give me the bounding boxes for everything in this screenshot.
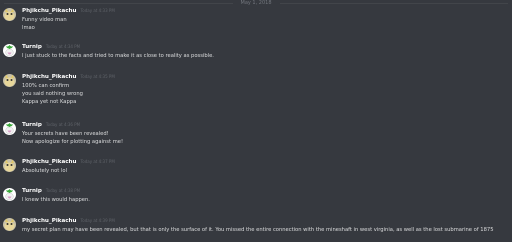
message-author[interactable]: Phjikchu_Pikachu	[22, 8, 77, 14]
turnip-avatar-icon[interactable]	[3, 188, 16, 201]
message-text: 100% can confirm	[22, 83, 70, 89]
message-text: Absolutely not lol	[22, 168, 68, 174]
message-author[interactable]: Phjikchu_Pikachu	[22, 218, 77, 224]
message-text: lmao	[22, 25, 35, 31]
message-timestamp: Today at 4:33 PM	[80, 8, 115, 13]
message-text: Kappa yet not Kappa	[22, 99, 77, 105]
chat-messages-pane[interactable]: May 1, 2018 Phjikchu_Pikachu Today at 4:…	[0, 0, 512, 242]
message-text: you said nothing wrong	[22, 91, 83, 97]
message-timestamp: Today at 4:36 PM	[45, 122, 81, 127]
message-text: I knew this would happen.	[22, 197, 90, 203]
pikachu-avatar-icon[interactable]	[3, 8, 16, 21]
date-separator: May 1, 2018	[0, 0, 512, 6]
message-timestamp: Today at 4:37 PM	[80, 159, 115, 164]
message-text: Funny video man	[22, 17, 67, 23]
message-timestamp: Today at 4:35 PM	[80, 74, 115, 79]
pikachu-avatar-icon[interactable]	[3, 74, 16, 87]
message-text: my secret plan may have been revealed, b…	[22, 227, 494, 233]
pikachu-avatar-icon[interactable]	[3, 218, 16, 231]
message-author[interactable]: Phjikchu_Pikachu	[22, 74, 77, 80]
message-timestamp: Today at 4:34 PM	[45, 44, 81, 49]
pikachu-avatar-icon[interactable]	[3, 159, 16, 172]
message-author[interactable]: Turnip	[22, 188, 42, 194]
message-author[interactable]: Phjikchu_Pikachu	[22, 159, 77, 165]
message-text: I just stuck to the facts and tried to m…	[22, 53, 214, 59]
divider	[4, 2, 233, 4]
divider	[279, 2, 509, 4]
turnip-avatar-icon[interactable]	[3, 122, 16, 135]
message-timestamp: Today at 4:39 PM	[80, 218, 115, 223]
message-timestamp: Today at 4:38 PM	[45, 188, 81, 193]
message-author[interactable]: Turnip	[22, 44, 42, 50]
message-author[interactable]: Turnip	[22, 122, 42, 128]
message-text: Your secrets have been revealed!	[22, 131, 109, 137]
date-separator-label: May 1, 2018	[240, 0, 272, 6]
turnip-avatar-icon[interactable]	[3, 44, 16, 57]
message-text: Now apologize for plotting against me!	[22, 139, 124, 145]
